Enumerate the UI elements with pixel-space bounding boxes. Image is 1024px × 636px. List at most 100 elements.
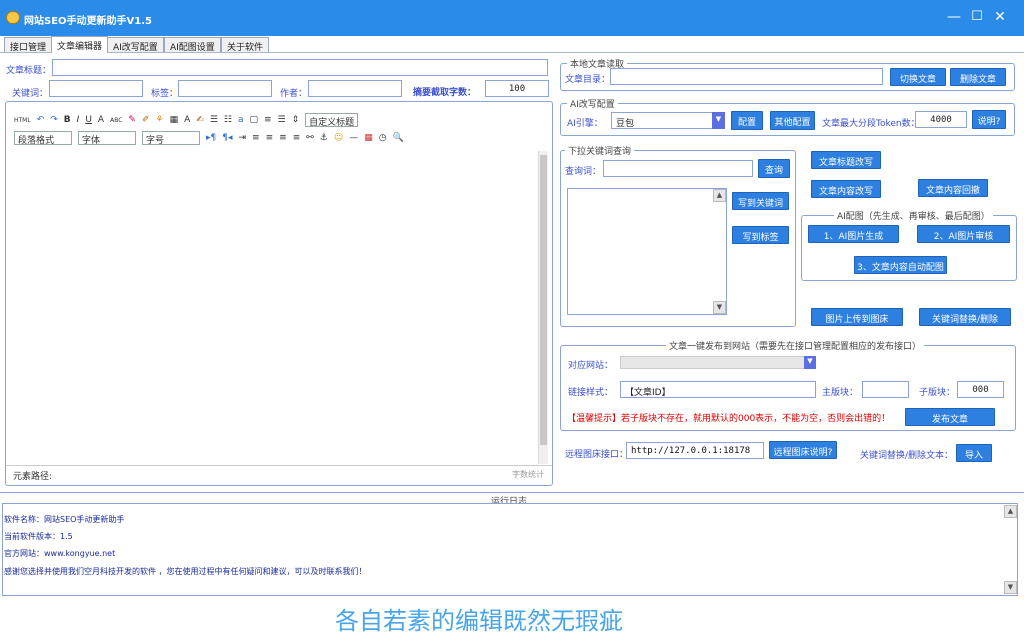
ltr-icon[interactable]: ▸¶ <box>206 133 216 143</box>
anchor-icon[interactable]: ⚓ <box>320 133 328 143</box>
line-height-icon[interactable]: ⇕ <box>292 115 300 125</box>
log-line: 官方网站：www.kongyue.net <box>4 549 116 558</box>
align-center-icon[interactable]: ≡ <box>266 133 274 143</box>
footer-banner: 各自若素的编辑既然无瑕疵 <box>335 607 623 635</box>
format-brush-icon[interactable]: ✐ <box>142 115 150 125</box>
content-revert-button[interactable]: 文章内容回撤 <box>918 179 988 197</box>
site-select[interactable] <box>620 356 816 369</box>
write-tag-button[interactable]: 写到标签 <box>732 226 789 244</box>
keyword-replace-button[interactable]: 关键词替换/删除 <box>919 308 1011 326</box>
keyword-input[interactable] <box>49 80 143 97</box>
eraser-icon[interactable]: ✎ <box>128 115 136 125</box>
log-area[interactable] <box>2 503 1018 596</box>
link-icon[interactable]: a <box>238 115 244 125</box>
ai-engine-select[interactable]: 豆包 <box>611 112 725 129</box>
chevron-down-icon[interactable]: ▼ <box>712 112 725 129</box>
editor-scrollbar[interactable] <box>538 151 548 464</box>
time-icon[interactable]: ◷ <box>379 133 387 143</box>
link-style-input[interactable]: 【文章ID】 <box>620 381 816 398</box>
delete-article-button[interactable]: 删除文章 <box>950 68 1006 86</box>
query-word-input[interactable] <box>603 160 753 177</box>
auto-format-icon[interactable]: ⚘ <box>156 115 164 125</box>
log-line: 软件名称：网站SEO手动更新助手 <box>4 515 125 524</box>
editor-toolbar-row2: 段落格式 字体 字号 ▸¶ ¶◂ ⇥ ≡ ≡ ≡ ≡ ⚯ ⚓ ☺ — ▦ ◷ 🔍 <box>14 130 404 146</box>
title-input[interactable] <box>52 59 548 76</box>
import-button[interactable]: 导入 <box>956 444 992 462</box>
site-chevron-down-icon[interactable]: ▼ <box>804 356 816 369</box>
other-config-button[interactable]: 其他配置 <box>770 111 815 130</box>
keyword-label: 关键词： <box>12 89 49 99</box>
close-icon[interactable]: ✕ <box>990 9 1010 25</box>
align-right-icon[interactable]: ≡ <box>279 133 287 143</box>
rtl-icon[interactable]: ¶◂ <box>222 133 232 143</box>
log-scroll-down-icon[interactable]: ▼ <box>1004 581 1017 594</box>
summary-input[interactable]: 100 <box>485 80 549 97</box>
auto-image-button[interactable]: 3、文章内容自动配图 <box>854 256 947 274</box>
emoji-icon[interactable]: ☺ <box>334 133 343 143</box>
row-spacing-top-icon[interactable]: ≡ <box>264 115 272 125</box>
tab-ai-rewrite[interactable]: AI改写配置 <box>107 37 164 53</box>
html-icon[interactable]: HTML <box>14 117 31 124</box>
remote-bed-help-button[interactable]: 远程图床说明? <box>769 441 837 459</box>
italic-icon[interactable]: I <box>77 115 80 125</box>
paste-text-icon[interactable]: ▦ <box>170 115 179 125</box>
unordered-list-icon[interactable]: ☷ <box>224 115 232 125</box>
log-line: 当前软件版本：1.5 <box>4 532 73 541</box>
log-scroll-up-icon[interactable]: ▲ <box>1004 505 1017 518</box>
query-button[interactable]: 查询 <box>758 159 790 178</box>
tag-input[interactable] <box>178 80 272 97</box>
ai-image-generate-button[interactable]: 1、AI图片生成 <box>808 225 899 243</box>
justify-icon[interactable]: ≡ <box>293 133 301 143</box>
token-help-button[interactable]: 说明? <box>972 110 1006 129</box>
token-input[interactable]: 4000 <box>915 111 967 128</box>
tab-ai-image[interactable]: AI配图设置 <box>164 37 221 53</box>
author-input[interactable] <box>308 80 402 97</box>
author-label: 作者： <box>280 89 308 99</box>
sub-board-label: 子版块： <box>919 388 956 398</box>
font-border-icon[interactable]: A <box>98 115 104 125</box>
editor-scroll-thumb[interactable] <box>540 155 547 445</box>
minimize-icon[interactable]: — <box>944 9 964 25</box>
strikethrough-icon[interactable]: ABC <box>110 117 122 124</box>
horizontal-rule-icon[interactable]: — <box>349 133 358 143</box>
config-button[interactable]: 配置 <box>731 111 763 130</box>
ai-engine-value: 豆包 <box>616 119 635 129</box>
undo-icon[interactable]: ↶ <box>37 115 45 125</box>
ai-image-review-button[interactable]: 2、AI图片审核 <box>917 225 1010 243</box>
custom-title-select[interactable]: 自定义标题 <box>305 113 359 128</box>
title-rewrite-button[interactable]: 文章标题改写 <box>811 151 881 169</box>
switch-article-button[interactable]: 切换文章 <box>890 68 946 86</box>
tab-editor[interactable]: 文章编辑器 <box>51 36 109 53</box>
font-select[interactable]: 字体 <box>78 131 136 146</box>
upload-bed-button[interactable]: 图片上传到图床 <box>811 308 903 326</box>
content-rewrite-button[interactable]: 文章内容改写 <box>811 180 881 198</box>
tab-interface[interactable]: 接口管理 <box>4 37 53 53</box>
unlink-icon[interactable]: ⚯ <box>306 133 314 143</box>
font-size-select[interactable]: 字号 <box>142 131 200 146</box>
sub-board-input[interactable]: 000 <box>957 381 1004 398</box>
underline-icon[interactable]: U <box>85 115 92 125</box>
ordered-list-icon[interactable]: ☰ <box>210 115 218 125</box>
remote-bed-input[interactable]: http://127.0.0.1:18178 <box>626 442 764 459</box>
paragraph-format-select[interactable]: 段落格式 <box>14 131 72 146</box>
row-spacing-bottom-icon[interactable]: ☰ <box>278 115 286 125</box>
align-left-icon[interactable]: ≡ <box>252 133 260 143</box>
background-color-icon[interactable]: ✍ <box>196 115 204 125</box>
font-color-icon[interactable]: A <box>184 115 190 125</box>
indent-icon[interactable]: ⇥ <box>239 133 247 143</box>
maximize-icon[interactable]: ☐ <box>967 9 987 24</box>
date-icon[interactable]: ▦ <box>364 133 373 143</box>
article-dir-input[interactable] <box>610 68 883 85</box>
publish-button[interactable]: 发布文章 <box>905 408 995 426</box>
query-result-list[interactable] <box>567 188 727 315</box>
redo-icon[interactable]: ↷ <box>50 115 58 125</box>
main-board-input[interactable] <box>862 381 909 398</box>
search-replace-icon[interactable]: 🔍 <box>393 133 404 143</box>
list-scroll-up-icon[interactable]: ▲ <box>713 189 726 202</box>
tab-about[interactable]: 关于软件 <box>221 37 270 53</box>
write-keyword-button[interactable]: 写到关键词 <box>732 192 789 210</box>
log-top-divider <box>0 492 1024 493</box>
bold-icon[interactable]: B <box>64 115 71 125</box>
list-scroll-down-icon[interactable]: ▼ <box>713 301 726 314</box>
select-all-icon[interactable]: ▢ <box>249 115 258 125</box>
